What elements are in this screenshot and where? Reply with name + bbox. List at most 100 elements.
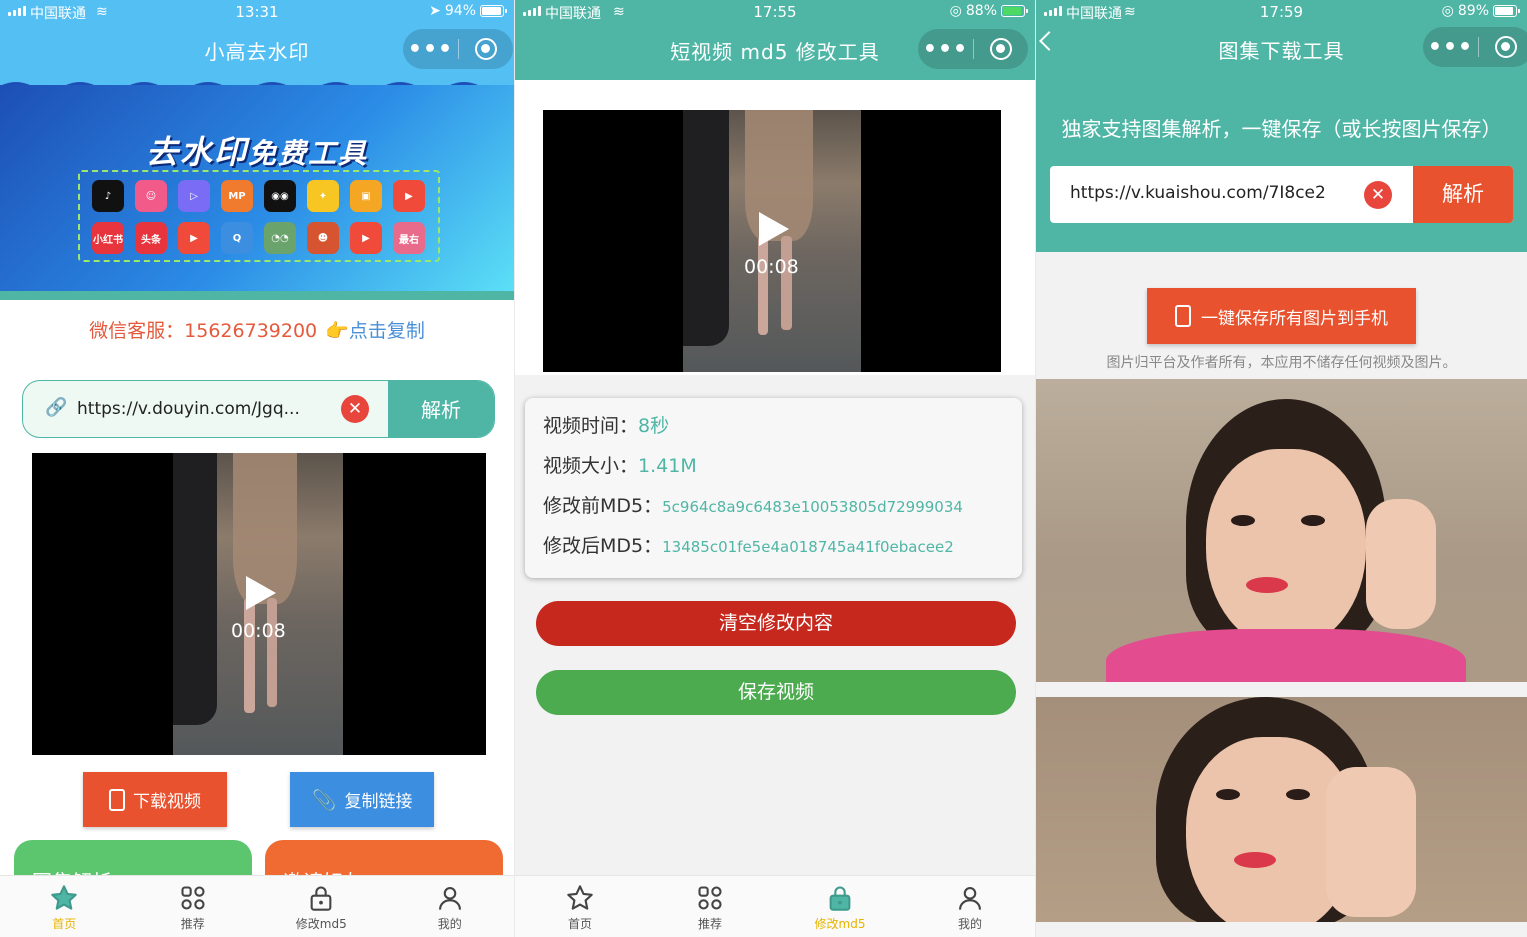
service-phone: 15626739200 [184,320,318,342]
clear-input-icon[interactable]: ✕ [341,395,369,423]
tab-label: 首页 [52,917,77,931]
user-icon [956,884,984,912]
gallery-image[interactable] [1036,379,1527,682]
weibo-video-icon: ▶ [178,222,210,254]
battery-icon [1493,5,1520,17]
video-info-card: 视频时间：8秒 视频大小：1.41M 修改前MD5：5c964c8a9c6483… [525,398,1022,578]
tab-lock[interactable]: 修改md5 [257,876,386,937]
tab-label: 首页 [567,917,592,931]
video-duration: 00:08 [231,620,286,642]
play-icon[interactable] [759,212,789,246]
copy-link-button[interactable]: 📎 复制链接 [290,772,434,827]
url-input-bar: https://v.kuaishou.com/7I8ce2 ✕ 解析 [1050,166,1513,223]
video-duration: 00:08 [744,256,799,278]
face-icon: ☻ [307,222,339,254]
mini-program-capsule[interactable]: ••• [918,29,1028,69]
red-play-icon: ▶ [393,180,425,212]
gallery-image[interactable] [1036,697,1527,922]
tab-star[interactable]: 首页 [515,876,645,937]
star-icon [50,884,78,912]
more-icon[interactable]: ••• [918,37,973,62]
owl-icon: ◔◔ [264,222,296,254]
mp-icon: MP [221,180,253,212]
clear-input-icon[interactable]: ✕ [1364,181,1392,209]
more-icon[interactable]: ••• [1423,35,1478,60]
save-video-button[interactable]: 保存视频 [536,670,1016,715]
mini-program-capsule[interactable]: ••• [403,29,513,69]
tab-bar: 首页 推荐 修改md5 我的 [0,875,514,937]
q-icon: Q [221,222,253,254]
pipi-icon: ▶ [350,222,382,254]
close-mini-program-icon[interactable] [1479,36,1527,58]
kuaishou-icon: ▣ [350,180,382,212]
status-bar: 中国联通 ≋ 13:31 ➤ 94% [0,0,514,24]
supported-apps-grid: ♪ ☺ ▷ MP ◉◉ ✦ ▣ ▶ 小红书 头条 ▶ Q ◔◔ ☻ ▶ 最右 [78,170,440,262]
md5-after-row: 修改后MD5：13485c01fe5e4a018745a41f0ebacee2 [543,535,954,557]
copy-phone-link[interactable]: 👉点击复制 [325,320,425,342]
toutiao-icon: 头条 [135,222,167,254]
banner-title: 去水印免费工具 [145,133,369,171]
copyright-disclaimer: 图片归平台及作者所有，本应用不储存任何视频及图片。 [1106,355,1457,371]
battery-icon [1001,5,1028,17]
battery-icon [480,5,507,17]
parse-button[interactable]: 解析 [388,381,494,437]
md5-before-row: 修改前MD5：5c964c8a9c6483e10053805d72999034 [543,495,963,517]
status-bar: 中国联通 ≋ 17:55 ◎ 88% [515,0,1035,24]
tab-lock[interactable]: 修改md5 [775,876,905,937]
tab-grid[interactable]: 推荐 [129,876,258,937]
location-icon: ◎ [949,3,962,19]
paperclip-icon: 📎 [311,787,337,812]
star-icon [566,884,594,912]
tab-user[interactable]: 我的 [905,876,1035,937]
url-input[interactable]: https://v.douyin.com/Jgq... [77,399,300,419]
close-mini-program-icon[interactable] [974,38,1028,60]
zuiyou-icon: 最右 [393,222,425,254]
close-mini-program-icon[interactable] [459,38,513,60]
url-input[interactable]: https://v.kuaishou.com/7I8ce2 [1070,183,1326,203]
mini-program-capsule[interactable]: ••• [1423,27,1527,67]
phone-icon [1175,305,1191,327]
tab-star[interactable]: 首页 [0,876,129,937]
screen-md5-tool: 中国联通 ≋ 17:55 ◎ 88% 短视频 md5 修改工具 ••• 00:0… [515,0,1035,937]
tab-grid[interactable]: 推荐 [645,876,775,937]
weishi-icon: ☺ [135,180,167,212]
tab-label: 修改md5 [295,917,347,931]
lock-icon [307,884,335,912]
location-icon: ➤ [429,3,441,19]
save-all-images-button[interactable]: 一键保存所有图片到手机 [1147,288,1416,344]
tab-label: 推荐 [697,917,722,931]
url-input-bar: 🔗 https://v.douyin.com/Jgq... ✕ 解析 [22,380,495,438]
play-icon[interactable] [246,576,276,610]
video-player[interactable]: 00:08 [32,453,486,755]
link-icon: 🔗 [45,397,68,418]
duration-row: 视频时间：8秒 [543,415,670,437]
parse-button[interactable]: 解析 [1413,166,1513,223]
tiktok-icon: ♪ [92,180,124,212]
grid-icon [696,884,724,912]
clear-changes-button[interactable]: 清空修改内容 [536,601,1016,646]
lock-icon [826,884,854,912]
battery-percent: 94% [444,3,476,19]
status-bar: 中国联通 ≋ 17:59 ◎ 89% [1036,0,1527,24]
screen-gallery-download: 中国联通 ≋ 17:59 ◎ 89% 图集下载工具 ••• 独家支持图集解析，一… [1036,0,1527,937]
eyes-icon: ◉◉ [264,180,296,212]
tab-label: 推荐 [180,917,205,931]
chick-icon: ✦ [307,180,339,212]
screen-watermark-remover: 中国联通 ≋ 13:31 ➤ 94% 小高去水印 ••• 去水印免费工具 ♪ ☺ ▷… [0,0,514,937]
banner-divider [0,291,514,300]
feature-tip: 独家支持图集解析，一键保存（或长按图片保存） [1061,117,1502,141]
more-icon[interactable]: ••• [403,37,458,62]
tab-label: 我的 [437,917,462,931]
size-row: 视频大小：1.41M [543,455,697,477]
tab-user[interactable]: 我的 [386,876,515,937]
battery-percent: 89% [1457,3,1489,19]
video-player[interactable]: 00:08 [543,110,1001,372]
service-label: 微信客服： [89,320,185,342]
customer-service: 微信客服：15626739200 👉点击复制 [0,316,514,343]
video-play-icon: ▷ [178,180,210,212]
user-icon [436,884,464,912]
battery-percent: 88% [965,3,997,19]
download-video-button[interactable]: 下载视频 [83,772,227,827]
grid-icon [179,884,207,912]
tab-label: 我的 [957,917,982,931]
